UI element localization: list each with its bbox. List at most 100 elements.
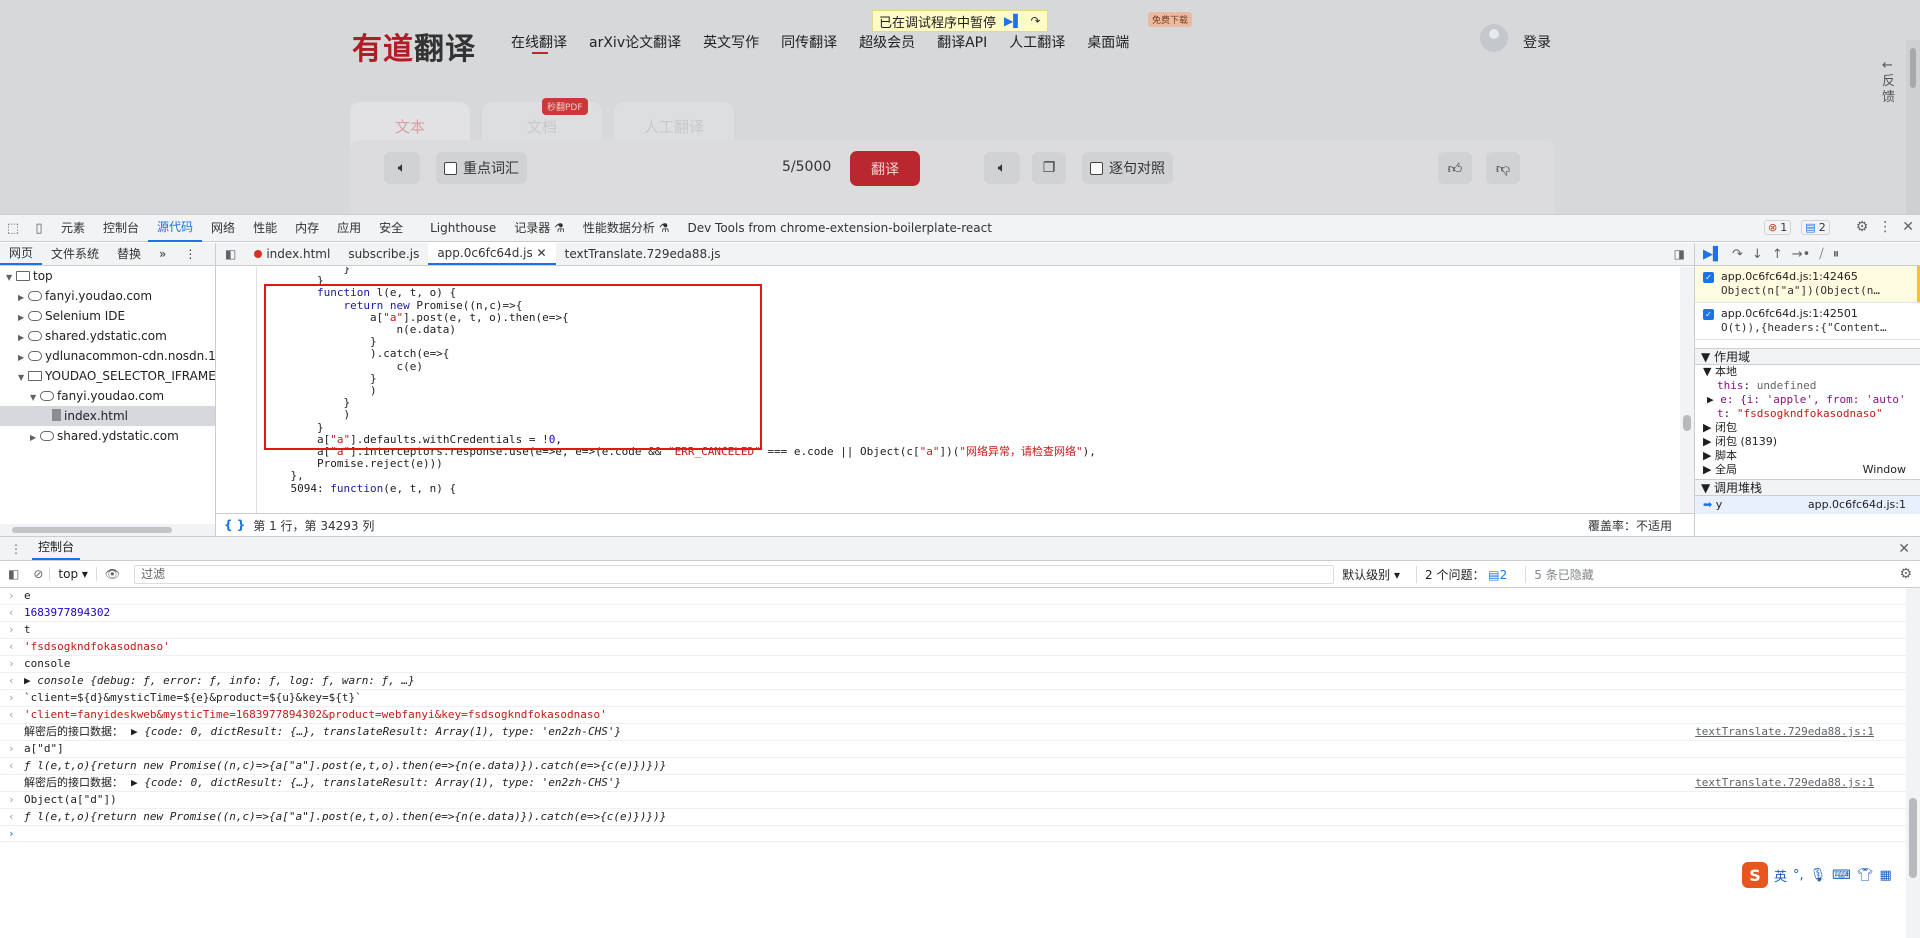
issues-badge[interactable]: ⊗ 1 [1764,219,1792,235]
nav-arxiv[interactable]: arXiv论文翻译 [589,32,681,52]
breakpoint-item[interactable]: ✓ app.0c6fc64d.js:1:42465 Object(n["a"])… [1695,266,1920,303]
expand-right-icon[interactable]: ▶ [18,308,28,326]
step-over-icon[interactable]: ↷ [1732,247,1743,262]
scope-section-header[interactable]: ▼ 作用域 [1695,348,1920,365]
clear-console-icon[interactable]: ⊘ [27,567,49,581]
speaker-target-button[interactable]: 🔈︎ [984,152,1020,184]
tree-item[interactable]: ▶ shared.ydstatic.com [0,426,215,446]
tree-item[interactable]: ▶ ydlunacommon-cdn.nosdn.127. [0,346,215,366]
console-line[interactable]: ‹ 'fsdsogkndfokasodnaso' [0,639,1920,656]
step-out-icon[interactable]: ↑ [1772,247,1783,262]
tab-recorder[interactable]: 记录器 ⚗ [505,215,574,242]
nav-online-translate[interactable]: 在线翻译 [511,32,567,54]
resume-icon[interactable]: ▶▌ [1004,14,1022,28]
ime-lang[interactable]: 英 [1774,866,1787,885]
inspect-icon[interactable]: ⬚ [0,215,26,241]
checkbox-checked-icon[interactable]: ✓ [1703,309,1714,320]
thumbs-up-button[interactable]: 👍︎ [1438,152,1472,184]
toggle-debugger-icon[interactable]: ◨ [1665,243,1694,265]
file-tab-subscribe[interactable]: subscribe.js [339,243,428,265]
tab-elements[interactable]: 元素 [52,215,94,242]
console-line[interactable]: ‹ 'client=fanyideskweb&mysticTime=1683977… [0,707,1920,724]
nav-simultaneous[interactable]: 同传翻译 [781,32,837,52]
console-line[interactable]: › e [0,588,1920,605]
console-line[interactable]: › [0,826,1920,842]
avatar[interactable] [1480,24,1508,52]
expand-right-icon[interactable]: ▶ [18,288,28,306]
scope-closure[interactable]: ▶ 闭包 [1695,421,1920,435]
close-icon[interactable]: ✕ [1902,219,1914,235]
issues-link[interactable]: 2 个问题： ▤2 [1416,565,1507,583]
settings-icon[interactable]: ⚙ [1856,219,1869,235]
nav-writing[interactable]: 英文写作 [703,32,759,52]
skin-icon[interactable]: 👕︎ [1857,868,1874,883]
tree-item[interactable]: ▶ shared.ydstatic.com [0,326,215,346]
expand-right-icon[interactable]: ▶ [18,328,28,346]
toggle-navigator-icon[interactable]: ◧ [216,243,245,265]
checkbox-checked-icon[interactable]: ✓ [1703,272,1714,283]
tab-page[interactable]: 网页 [0,243,43,265]
login-link[interactable]: 登录 [1523,32,1551,52]
speaker-source-button[interactable]: 🔈︎ [384,152,420,184]
more-icon[interactable]: ⋮ [1878,219,1892,235]
step-into-icon[interactable]: ↓ [1752,247,1763,262]
console-line[interactable]: › a["d"] [0,741,1920,758]
console-line[interactable]: › `client=${d}&mysticTime=${e}&product=${… [0,690,1920,707]
context-selector[interactable]: top ▾ [49,567,97,581]
more-icon[interactable]: ⋮ [175,243,205,265]
sidebar-toggle-icon[interactable]: ◧ [0,567,27,581]
breakpoint-item[interactable]: ✓ app.0c6fc64d.js:1:42501 O(t)),{headers… [1695,303,1920,340]
scope-closure-2[interactable]: ▶ 闭包 (8139) [1695,435,1920,449]
tree-item[interactable]: ▼ top [0,266,215,286]
thumbs-down-button[interactable]: 👎︎ [1486,152,1520,184]
callstack-frame[interactable]: ➡︎ y app.0c6fc64d.js:1 [1695,496,1920,514]
drawer-menu-icon[interactable]: ⋮ [0,542,32,556]
tab-console[interactable]: 控制台 [94,215,148,242]
messages-badge[interactable]: ▤ 2 [1801,219,1830,235]
console-settings-icon[interactable]: ⚙ [1899,566,1912,582]
tab-network[interactable]: 网络 [202,215,244,242]
mic-icon[interactable]: 🎙︎ [1810,868,1827,883]
console-line[interactable]: › t [0,622,1920,639]
tree-item[interactable]: ▼ fanyi.youdao.com [0,386,215,406]
navigator-scrollbar[interactable] [0,524,215,536]
nav-desktop[interactable]: 桌面端 [1087,32,1129,52]
scope-var-e[interactable]: ▶ e: {i: 'apple', from: 'auto' [1695,393,1920,407]
console-filter-input[interactable]: 过滤 [134,564,1335,584]
nav-human[interactable]: 人工翻译 [1009,32,1065,52]
scope-local[interactable]: ▼ 本地 [1695,365,1920,379]
sogou-logo[interactable]: S [1742,862,1768,888]
tree-item[interactable]: ▶ Selenium IDE [0,306,215,326]
punctuation-icon[interactable]: °, [1793,868,1804,883]
tab-lighthouse[interactable]: Lighthouse [412,215,505,242]
tab-performance[interactable]: 性能 [244,215,286,242]
tree-item[interactable]: ▼ YOUDAO_SELECTOR_IFRAME (in [0,366,215,386]
live-expression-icon[interactable]: 👁︎ [97,567,128,581]
step-icon[interactable]: →• [1792,247,1811,262]
console-scrollbar[interactable] [1906,588,1920,938]
sentence-compare-toggle[interactable]: 逐句对照 [1082,152,1173,184]
expand-right-icon[interactable]: ▶ [30,428,40,446]
pretty-print-icon[interactable]: { } [216,518,253,532]
console-line[interactable]: ‹ ƒ l(e,t,o){return new Promise((n,c)=>{a… [0,809,1920,826]
file-tab-index[interactable]: index.html [245,243,339,265]
device-toggle-icon[interactable]: ▯ [26,215,52,241]
more-tabs-icon[interactable]: » [150,243,175,265]
tab-sources[interactable]: 源代码 [148,215,203,242]
console-line[interactable]: ‹ ƒ l(e,t,o){return new Promise((n,c)=>{a… [0,758,1920,775]
tab-extension[interactable]: Dev Tools from chrome-extension-boilerpl… [678,215,1000,242]
key-vocab-toggle[interactable]: 重点词汇 [436,152,527,184]
close-drawer-icon[interactable]: ✕ [1898,541,1910,557]
expand-down-icon[interactable]: ▼ [18,368,28,386]
console-line[interactable]: 解密后的接口数据： ▶ {code: 0, dictResult: {…}, tr… [0,724,1920,741]
tab-filesystem[interactable]: 文件系统 [42,243,108,265]
resume-icon[interactable]: ▶▌ [1703,247,1723,262]
translate-button[interactable]: 翻译 [850,151,920,186]
console-drawer-tab[interactable]: 控制台 [32,537,81,560]
feedback-link[interactable]: ← 反馈 [1882,58,1896,106]
log-level-select[interactable]: 默认级别 ▾ [1342,566,1400,583]
page-scrollbar[interactable] [1906,40,1920,214]
pause-exceptions-icon[interactable]: ⏸ [1833,247,1840,262]
code-area[interactable]: } } function l(e, t, o) { return new Pro… [216,267,1694,513]
expand-right-icon[interactable]: ▶ [18,348,28,366]
